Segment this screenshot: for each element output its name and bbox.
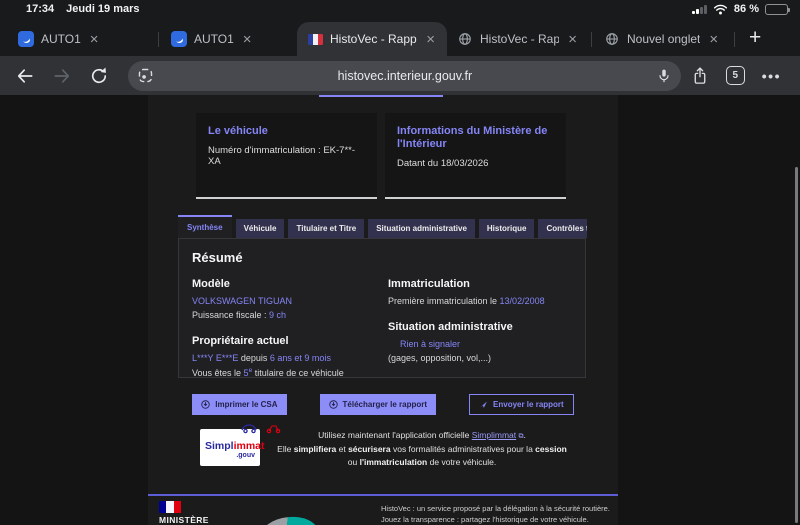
histovec-logo-icon [259,514,319,525]
more-menu-icon[interactable]: ••• [762,68,781,84]
new-tab-button[interactable]: + [749,26,761,50]
tab-switcher-button[interactable]: 5 [726,66,745,85]
page-scrollbar[interactable] [795,167,798,523]
model-heading: Modèle [192,278,388,290]
web-page-content: Le véhicule Numéro d'immatriculation : E… [0,95,800,525]
owner-heading: Propriétaire actuel [192,335,388,347]
tab-historique[interactable]: Historique [479,219,535,238]
card-title: Informations du Ministère de l'Intérieur [397,125,554,151]
situation-heading: Situation administrative [388,321,572,333]
reload-icon[interactable] [89,66,109,86]
close-icon[interactable]: × [241,32,254,47]
car-scooter-icon [240,422,282,434]
histovec-main-container: Le véhicule Numéro d'immatriculation : E… [148,95,618,525]
browser-toolbar: histovec.interieur.gouv.fr 5 ••• [0,56,800,95]
situation-note: (gages, opposition, vol,...) [388,353,572,363]
tab-title: AUTO1 [41,32,81,46]
card-body: Numéro d'immatriculation : EK-7**-XA [208,145,365,167]
immat-line: Première immatriculation le 13/02/2008 [388,296,572,306]
battery-percent: 86 % [734,3,759,15]
browser-tab-auto1-2[interactable]: AUTO1 × [161,22,297,56]
close-icon[interactable]: × [88,32,101,47]
browser-tab-histovec-2[interactable]: HistoVec - Rapport × [447,22,589,56]
simplimmat-logo: Simplimmat .gouv [200,429,260,466]
simplimmat-section: Simplimmat .gouv Utilisez maintenant l'a… [200,429,572,469]
send-report-button[interactable]: Envoyer le rapport [469,394,574,415]
action-buttons-row: Imprimer le CSA Télécharger le rapport E… [148,394,618,415]
forward-icon[interactable] [52,66,72,86]
tab-titulaire-et-titre[interactable]: Titulaire et Titre [288,219,364,238]
browser-tab-histovec-active[interactable]: HistoVec - Rapport × [297,22,447,56]
auto1-favicon-icon [171,31,187,47]
simplimmat-text: Utilisez maintenant l'application offici… [272,429,572,469]
share-icon[interactable] [691,66,709,86]
cellular-signal-icon [692,4,707,14]
tab-controles-techniques[interactable]: Contrôles techniques [538,219,587,238]
tab-title: HistoVec - Rapport [480,32,559,46]
french-flag-icon [307,31,323,47]
download-circle-icon [201,400,210,409]
url-text[interactable]: histovec.interieur.gouv.fr [154,69,656,83]
globe-icon [457,31,473,47]
auto1-favicon-icon [18,31,34,47]
tab-separator [591,32,592,47]
footer-text: HistoVec : un service proposé par la dél… [381,503,610,525]
tab-vehicule[interactable]: Véhicule [236,219,285,238]
simplimmat-link[interactable]: Simplimmat [472,430,516,440]
resume-title: Résumé [192,250,572,265]
nav-active-underline [319,95,443,97]
print-csa-button[interactable]: Imprimer le CSA [192,394,286,415]
card-title: Le véhicule [208,125,365,138]
situation-status: Rien à signaler [388,339,572,349]
browser-tab-auto1[interactable]: AUTO1 × [8,22,156,56]
report-tab-bar: Synthèse Véhicule Titulaire et Titre Sit… [178,215,587,238]
tab-count: 5 [733,70,739,81]
tab-separator [158,32,159,47]
marianne-flag-icon [159,501,181,513]
ministry-label: MINISTÈRE [159,515,209,525]
download-report-button[interactable]: Télécharger le rapport [320,394,436,415]
back-icon[interactable] [15,66,35,86]
wifi-icon [713,4,728,15]
model-value: VOLKSWAGEN TIGUAN [192,296,388,306]
tab-separator [734,32,735,47]
tab-synthese[interactable]: Synthèse [178,215,232,238]
tab-title: AUTO1 [194,32,234,46]
close-icon[interactable]: × [424,32,437,47]
mic-icon[interactable] [656,68,672,84]
clock: 17:34 [26,3,54,15]
ministry-info-card: Informations du Ministère de l'Intérieur… [385,113,566,199]
download-circle-icon [329,400,338,409]
tab-title: Nouvel onglet [627,32,700,46]
close-icon[interactable]: × [707,32,720,47]
fiscal-power-line: Puissance fiscale : 9 ch [192,310,388,320]
synthese-panel: Résumé Modèle VOLKSWAGEN TIGUAN Puissanc… [178,238,586,378]
send-plane-icon [479,400,488,409]
lens-icon[interactable] [137,67,154,84]
battery-icon [765,4,788,15]
close-icon[interactable]: × [566,32,579,47]
browser-tab-new[interactable]: Nouvel onglet × [594,22,732,56]
status-date: Jeudi 19 mars [66,3,139,15]
status-bar: 17:34 Jeudi 19 mars 86 % [0,0,800,18]
immat-heading: Immatriculation [388,278,572,290]
card-body: Datant du 18/03/2026 [397,158,554,169]
holder-line: Vous êtes le 5e titulaire de ce véhicule [192,367,388,378]
address-bar[interactable]: histovec.interieur.gouv.fr [128,61,681,91]
globe-icon [604,31,620,47]
tab-title: HistoVec - Rapport [330,32,417,46]
tab-situation-administrative[interactable]: Situation administrative [368,219,475,238]
ministry-logo: MINISTÈRE [159,501,209,525]
owner-line: L***Y E***E depuis 6 ans et 9 mois [192,353,388,363]
page-footer: MINISTÈRE HistoVec : un service proposé … [148,494,618,525]
browser-tab-strip: AUTO1 × AUTO1 × HistoVec - Rapport × His… [0,18,800,56]
vehicle-card: Le véhicule Numéro d'immatriculation : E… [196,113,377,199]
